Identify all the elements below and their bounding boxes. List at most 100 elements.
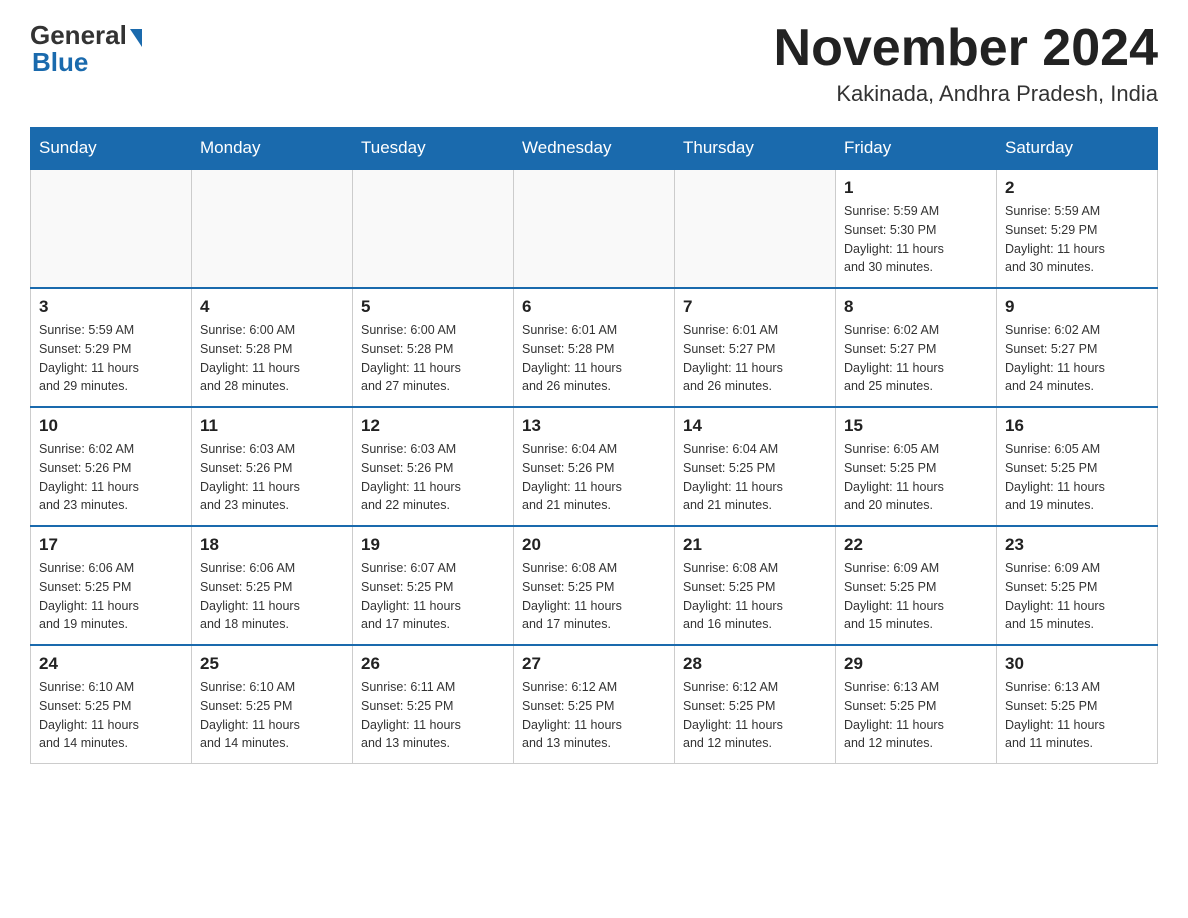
calendar-cell: 5 Sunrise: 6:00 AMSunset: 5:28 PMDaylight…: [353, 288, 514, 407]
calendar-cell: 3 Sunrise: 5:59 AMSunset: 5:29 PMDaylight…: [31, 288, 192, 407]
day-info: Sunrise: 6:00 AMSunset: 5:28 PMDaylight:…: [361, 321, 505, 396]
title-area: November 2024 Kakinada, Andhra Pradesh, …: [774, 20, 1158, 107]
day-info: Sunrise: 6:08 AMSunset: 5:25 PMDaylight:…: [683, 559, 827, 634]
day-info: Sunrise: 6:05 AMSunset: 5:25 PMDaylight:…: [844, 440, 988, 515]
day-number: 27: [522, 654, 666, 674]
day-number: 10: [39, 416, 183, 436]
calendar-cell: 7 Sunrise: 6:01 AMSunset: 5:27 PMDaylight…: [675, 288, 836, 407]
day-header-sunday: Sunday: [31, 128, 192, 170]
day-number: 12: [361, 416, 505, 436]
day-number: 6: [522, 297, 666, 317]
day-info: Sunrise: 6:02 AMSunset: 5:27 PMDaylight:…: [844, 321, 988, 396]
location-label: Kakinada, Andhra Pradesh, India: [774, 81, 1158, 107]
logo-blue-text: Blue: [32, 47, 88, 78]
day-info: Sunrise: 6:13 AMSunset: 5:25 PMDaylight:…: [844, 678, 988, 753]
day-number: 15: [844, 416, 988, 436]
calendar-cell: 25Sunrise: 6:10 AMSunset: 5:25 PMDayligh…: [192, 645, 353, 764]
calendar-cell: 29Sunrise: 6:13 AMSunset: 5:25 PMDayligh…: [836, 645, 997, 764]
calendar-cell: 8 Sunrise: 6:02 AMSunset: 5:27 PMDaylight…: [836, 288, 997, 407]
day-info: Sunrise: 6:01 AMSunset: 5:28 PMDaylight:…: [522, 321, 666, 396]
day-number: 16: [1005, 416, 1149, 436]
day-number: 3: [39, 297, 183, 317]
calendar-cell: 17 Sunrise: 6:06 AMSunset: 5:25 PMDayligh…: [31, 526, 192, 645]
week-row-1: 1 Sunrise: 5:59 AMSunset: 5:30 PMDaylight…: [31, 169, 1158, 288]
day-info: Sunrise: 6:08 AMSunset: 5:25 PMDaylight:…: [522, 559, 666, 634]
week-row-4: 17 Sunrise: 6:06 AMSunset: 5:25 PMDayligh…: [31, 526, 1158, 645]
calendar-cell: 19 Sunrise: 6:07 AMSunset: 5:25 PMDayligh…: [353, 526, 514, 645]
day-info: Sunrise: 6:11 AMSunset: 5:25 PMDaylight:…: [361, 678, 505, 753]
calendar-cell: 30 Sunrise: 6:13 AMSunset: 5:25 PMDayligh…: [997, 645, 1158, 764]
calendar-cell: 1 Sunrise: 5:59 AMSunset: 5:30 PMDaylight…: [836, 169, 997, 288]
day-info: Sunrise: 6:02 AMSunset: 5:27 PMDaylight:…: [1005, 321, 1149, 396]
day-info: Sunrise: 6:04 AMSunset: 5:26 PMDaylight:…: [522, 440, 666, 515]
day-info: Sunrise: 6:01 AMSunset: 5:27 PMDaylight:…: [683, 321, 827, 396]
week-row-2: 3 Sunrise: 5:59 AMSunset: 5:29 PMDaylight…: [31, 288, 1158, 407]
day-number: 30: [1005, 654, 1149, 674]
calendar-cell: [31, 169, 192, 288]
day-number: 28: [683, 654, 827, 674]
calendar-cell: 28 Sunrise: 6:12 AMSunset: 5:25 PMDayligh…: [675, 645, 836, 764]
calendar-cell: 24Sunrise: 6:10 AMSunset: 5:25 PMDayligh…: [31, 645, 192, 764]
day-number: 23: [1005, 535, 1149, 555]
day-number: 25: [200, 654, 344, 674]
day-info: Sunrise: 6:07 AMSunset: 5:25 PMDaylight:…: [361, 559, 505, 634]
calendar-cell: 12 Sunrise: 6:03 AMSunset: 5:26 PMDayligh…: [353, 407, 514, 526]
day-number: 18: [200, 535, 344, 555]
day-info: Sunrise: 6:12 AMSunset: 5:25 PMDaylight:…: [683, 678, 827, 753]
calendar-cell: 21 Sunrise: 6:08 AMSunset: 5:25 PMDayligh…: [675, 526, 836, 645]
calendar-cell: 11Sunrise: 6:03 AMSunset: 5:26 PMDayligh…: [192, 407, 353, 526]
day-info: Sunrise: 5:59 AMSunset: 5:29 PMDaylight:…: [39, 321, 183, 396]
calendar-cell: 14Sunrise: 6:04 AMSunset: 5:25 PMDayligh…: [675, 407, 836, 526]
day-number: 5: [361, 297, 505, 317]
calendar-cell: 2Sunrise: 5:59 AMSunset: 5:29 PMDaylight…: [997, 169, 1158, 288]
calendar-cell: [675, 169, 836, 288]
day-info: Sunrise: 6:03 AMSunset: 5:26 PMDaylight:…: [361, 440, 505, 515]
day-info: Sunrise: 6:13 AMSunset: 5:25 PMDaylight:…: [1005, 678, 1149, 753]
day-info: Sunrise: 6:06 AMSunset: 5:25 PMDaylight:…: [200, 559, 344, 634]
day-info: Sunrise: 6:06 AMSunset: 5:25 PMDaylight:…: [39, 559, 183, 634]
day-number: 14: [683, 416, 827, 436]
calendar-cell: 4Sunrise: 6:00 AMSunset: 5:28 PMDaylight…: [192, 288, 353, 407]
day-number: 21: [683, 535, 827, 555]
calendar-cell: 13 Sunrise: 6:04 AMSunset: 5:26 PMDayligh…: [514, 407, 675, 526]
day-info: Sunrise: 6:09 AMSunset: 5:25 PMDaylight:…: [1005, 559, 1149, 634]
page-header: General Blue November 2024 Kakinada, And…: [30, 20, 1158, 107]
calendar-cell: [192, 169, 353, 288]
logo-triangle-icon: [130, 29, 142, 47]
day-header-tuesday: Tuesday: [353, 128, 514, 170]
day-info: Sunrise: 5:59 AMSunset: 5:30 PMDaylight:…: [844, 202, 988, 277]
calendar-cell: 22Sunrise: 6:09 AMSunset: 5:25 PMDayligh…: [836, 526, 997, 645]
calendar-cell: 27 Sunrise: 6:12 AMSunset: 5:25 PMDayligh…: [514, 645, 675, 764]
day-header-wednesday: Wednesday: [514, 128, 675, 170]
day-header-friday: Friday: [836, 128, 997, 170]
day-number: 13: [522, 416, 666, 436]
day-info: Sunrise: 6:10 AMSunset: 5:25 PMDaylight:…: [39, 678, 183, 753]
month-title: November 2024: [774, 20, 1158, 77]
day-number: 4: [200, 297, 344, 317]
calendar-cell: [353, 169, 514, 288]
day-number: 22: [844, 535, 988, 555]
week-row-3: 10Sunrise: 6:02 AMSunset: 5:26 PMDayligh…: [31, 407, 1158, 526]
day-number: 17: [39, 535, 183, 555]
day-number: 2: [1005, 178, 1149, 198]
week-row-5: 24Sunrise: 6:10 AMSunset: 5:25 PMDayligh…: [31, 645, 1158, 764]
day-info: Sunrise: 6:03 AMSunset: 5:26 PMDaylight:…: [200, 440, 344, 515]
calendar-cell: 26Sunrise: 6:11 AMSunset: 5:25 PMDayligh…: [353, 645, 514, 764]
calendar-cell: 16 Sunrise: 6:05 AMSunset: 5:25 PMDayligh…: [997, 407, 1158, 526]
day-number: 1: [844, 178, 988, 198]
calendar-header-row: SundayMondayTuesdayWednesdayThursdayFrid…: [31, 128, 1158, 170]
calendar-cell: 15 Sunrise: 6:05 AMSunset: 5:25 PMDayligh…: [836, 407, 997, 526]
calendar-table: SundayMondayTuesdayWednesdayThursdayFrid…: [30, 127, 1158, 764]
calendar-cell: 20Sunrise: 6:08 AMSunset: 5:25 PMDayligh…: [514, 526, 675, 645]
day-number: 7: [683, 297, 827, 317]
day-header-monday: Monday: [192, 128, 353, 170]
calendar-cell: 9 Sunrise: 6:02 AMSunset: 5:27 PMDaylight…: [997, 288, 1158, 407]
calendar-cell: 18 Sunrise: 6:06 AMSunset: 5:25 PMDayligh…: [192, 526, 353, 645]
day-info: Sunrise: 6:05 AMSunset: 5:25 PMDaylight:…: [1005, 440, 1149, 515]
day-number: 8: [844, 297, 988, 317]
day-header-thursday: Thursday: [675, 128, 836, 170]
day-info: Sunrise: 6:12 AMSunset: 5:25 PMDaylight:…: [522, 678, 666, 753]
day-number: 19: [361, 535, 505, 555]
day-number: 9: [1005, 297, 1149, 317]
day-header-saturday: Saturday: [997, 128, 1158, 170]
